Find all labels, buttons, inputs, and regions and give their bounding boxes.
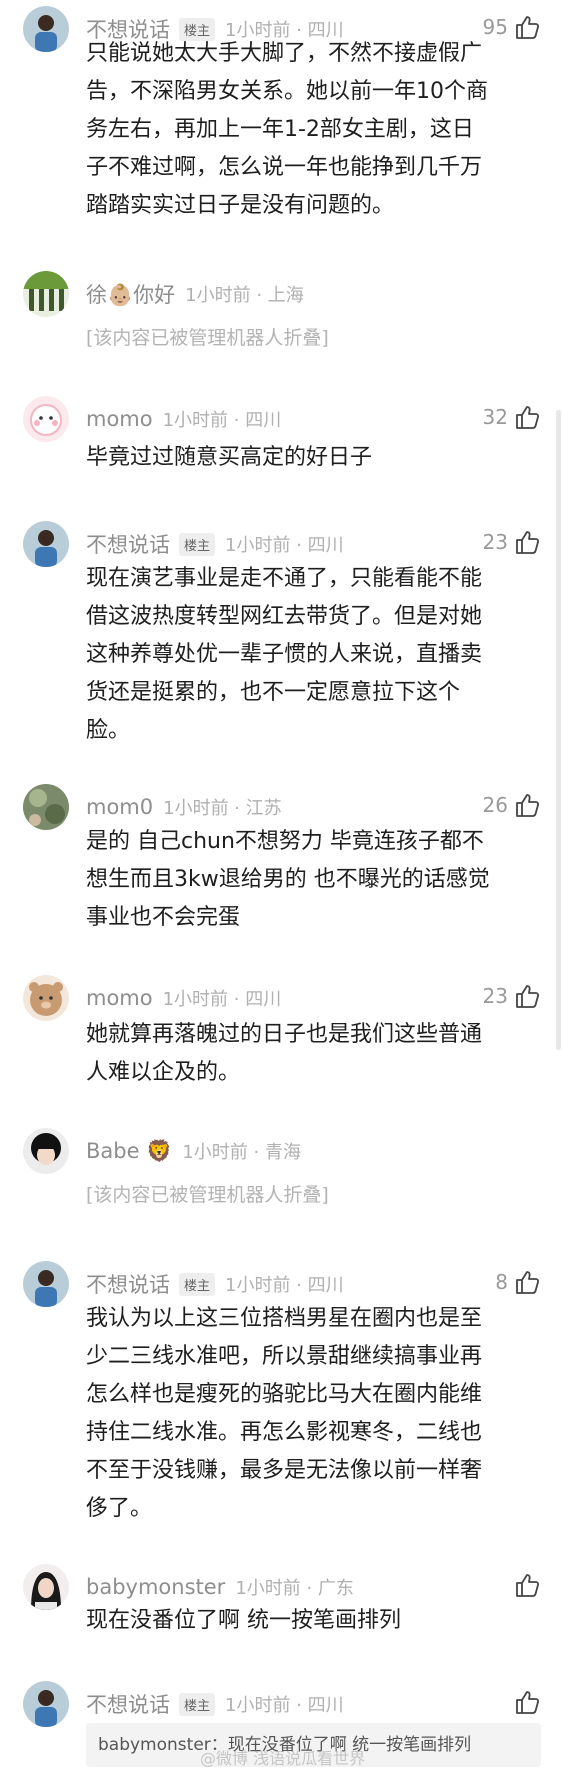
comment-text-line: 踏踏实实过日子是没有问题的。 bbox=[86, 193, 395, 218]
thumbs-up-icon bbox=[516, 406, 540, 429]
comment-text-line: 现在演艺事业是走不通了，只能看能不能 bbox=[86, 566, 483, 591]
comment-meta: 1小时前 · 广东 bbox=[235, 1578, 354, 1599]
username[interactable]: Babe 🦁 bbox=[86, 1139, 172, 1164]
like-button[interactable] bbox=[514, 1689, 540, 1715]
username[interactable]: babymonster bbox=[86, 1575, 225, 1599]
thumbs-up-icon bbox=[516, 985, 540, 1008]
username[interactable]: momo bbox=[86, 407, 153, 431]
like-button[interactable]: 23 bbox=[483, 529, 540, 555]
avatar[interactable] bbox=[23, 396, 69, 442]
comment-text-line: 少二三线水准吧，所以景甜继续搞事业再 bbox=[86, 1344, 483, 1369]
like-button[interactable]: 32 bbox=[483, 404, 540, 430]
avatar[interactable] bbox=[23, 1261, 69, 1307]
folded-notice[interactable]: [该内容已被管理机器人折叠] bbox=[86, 1180, 329, 1207]
comment-text-line: 毕竟过过随意买高定的好日子 bbox=[86, 445, 373, 470]
comment-meta: 1小时前 · 四川 bbox=[225, 1275, 344, 1296]
avatar[interactable] bbox=[23, 1128, 69, 1174]
comment-text-line: 借这波热度转型网红去带货了。但是对她 bbox=[86, 604, 483, 629]
owner-badge: 楼主 bbox=[179, 532, 216, 556]
owner-badge: 楼主 bbox=[179, 1692, 216, 1716]
comment-text-line: 侈了。 bbox=[86, 1496, 153, 1521]
comment-text-line: 人难以企及的。 bbox=[86, 1060, 241, 1085]
like-count: 8 bbox=[495, 1270, 508, 1294]
like-count: 23 bbox=[482, 530, 508, 554]
like-button[interactable]: 26 bbox=[483, 792, 540, 818]
avatar[interactable] bbox=[23, 784, 69, 830]
thumbs-up-icon bbox=[516, 794, 540, 817]
avatar[interactable] bbox=[23, 975, 69, 1021]
comment-text-line: 她就算再落魄过的日子也是我们这些普通 bbox=[86, 1022, 483, 1047]
username[interactable]: 不想说话 bbox=[86, 1269, 170, 1299]
comment-meta: 1小时前 · 四川 bbox=[225, 535, 344, 556]
like-button[interactable]: 8 bbox=[495, 1269, 540, 1295]
avatar[interactable] bbox=[23, 1564, 69, 1610]
comment-text-line: 持住二线水准。再怎么影视寒冬，二线也 bbox=[86, 1420, 483, 1445]
like-count: 26 bbox=[482, 793, 508, 817]
username[interactable]: 不想说话 bbox=[86, 529, 170, 559]
scrollbar[interactable] bbox=[556, 410, 561, 1050]
like-button[interactable]: 23 bbox=[483, 983, 540, 1009]
comment-text-line: 告，不深陷男女关系。她以前一年10个商 bbox=[86, 79, 488, 104]
comment-text-line: 务左右，再加上一年1-2部女主剧，这日 bbox=[86, 117, 474, 142]
thumbs-up-icon bbox=[516, 1271, 540, 1294]
avatar[interactable] bbox=[23, 521, 69, 567]
comment-meta: 1小时前 · 四川 bbox=[162, 410, 282, 431]
comment-text-line: 不至于没钱赚，最多是无法像以前一样奢 bbox=[86, 1458, 483, 1483]
like-count: 23 bbox=[482, 984, 508, 1008]
avatar[interactable] bbox=[23, 271, 69, 317]
comment-text-line: 脸。 bbox=[86, 718, 131, 743]
username[interactable]: 不想说话 bbox=[86, 1689, 170, 1719]
comment-text-line: 想生而且3kw退给男的 也不曝光的话感觉 bbox=[86, 867, 490, 892]
avatar[interactable] bbox=[23, 1681, 69, 1727]
comment-meta: 1小时前 · 上海 bbox=[185, 285, 304, 306]
comment-text-line: 这种养尊处优一辈子惯的人来说，直播卖 bbox=[86, 642, 483, 667]
comment-text-line: 子不难过啊，怎么说一年也能挣到几千万 bbox=[86, 155, 483, 180]
folded-notice[interactable]: [该内容已被管理机器人折叠] bbox=[86, 323, 329, 350]
comment-meta: 1小时前 · 四川 bbox=[162, 989, 282, 1010]
username[interactable]: momo bbox=[86, 986, 153, 1010]
thumbs-up-icon bbox=[516, 1691, 540, 1714]
username[interactable]: mom0 bbox=[86, 795, 153, 819]
comment-text-line: 现在没番位了啊 统一按笔画排列 bbox=[86, 1608, 401, 1633]
comment-text-line: 怎么样也是瘦死的骆驼比马大在圈内能维 bbox=[86, 1382, 483, 1407]
comment-meta: 1小时前 · 四川 bbox=[225, 1695, 344, 1716]
thumbs-up-icon bbox=[516, 1574, 540, 1597]
comment-meta: 1小时前 · 江苏 bbox=[163, 798, 282, 819]
username[interactable]: 徐👶🏼你好 bbox=[86, 279, 175, 309]
owner-badge: 楼主 bbox=[179, 1272, 216, 1296]
avatar[interactable] bbox=[23, 6, 69, 52]
like-button[interactable] bbox=[514, 1572, 540, 1598]
comment-meta: 1小时前 · 青海 bbox=[182, 1142, 301, 1163]
comment-text-line: 是的 自己chun不想努力 毕竟连孩子都不 bbox=[86, 829, 484, 854]
comment-text-line: 事业也不会完蛋 bbox=[86, 905, 241, 930]
comment-text-line: 只能说她太大手大脚了，不然不接虚假广 bbox=[86, 41, 483, 66]
watermark: @微博 浅语说瓜看世界 bbox=[200, 1749, 366, 1768]
comment-text-line: 我认为以上这三位搭档男星在圈内也是至 bbox=[86, 1306, 483, 1331]
thumbs-up-icon bbox=[516, 531, 540, 554]
comment-text-line: 货还是挺累的，也不一定愿意拉下这个 bbox=[86, 680, 461, 705]
like-count: 32 bbox=[482, 405, 508, 429]
